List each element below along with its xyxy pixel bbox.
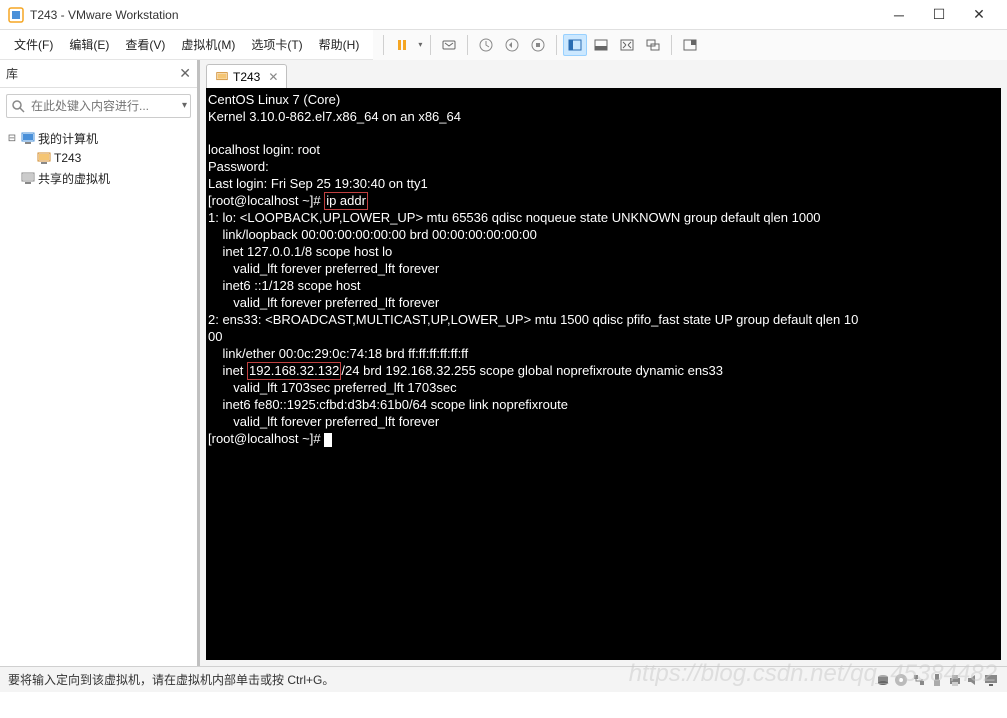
status-text: 要将输入定向到该虚拟机，请在虚拟机内部单击或按 Ctrl+G。 [8,671,334,688]
content-area: T243 ✕ CentOS Linux 7 (Core) Kernel 3.10… [200,60,1007,666]
computer-icon [20,130,36,146]
tree-shared-vms[interactable]: 共享的虚拟机 [2,168,195,188]
search-dropdown-icon[interactable]: ▾ [182,100,187,111]
library-tree: ⊟ 我的计算机 T243 共享的虚拟机 [0,124,197,666]
search-input[interactable] [6,94,191,118]
cd-icon[interactable] [893,672,909,688]
maximize-button[interactable]: ☐ [919,1,959,29]
menu-tabs[interactable]: 选项卡(T) [243,33,310,56]
vm-icon [215,70,229,84]
shared-icon [20,170,36,186]
printer-icon[interactable] [947,672,963,688]
tab-t243[interactable]: T243 ✕ [206,64,287,88]
stretch-button[interactable] [589,34,613,56]
tree-label: T243 [54,151,81,165]
tab-bar: T243 ✕ [200,60,1007,88]
thumbnail-button[interactable] [678,34,702,56]
toolbar: ▾ [373,30,1007,60]
send-button[interactable] [437,34,461,56]
search-icon [10,98,26,114]
cursor [324,433,332,447]
sidebar: 库 ✕ ▾ ⊟ 我的计算机 T243 共享的虚拟机 [0,60,200,666]
display-icon[interactable] [983,672,999,688]
fullscreen-button[interactable] [615,34,639,56]
app-icon [8,7,24,23]
sidebar-header: 库 ✕ [0,60,197,88]
revert-button[interactable] [500,34,524,56]
tree-label: 共享的虚拟机 [38,170,110,187]
sidebar-title: 库 [6,65,18,82]
status-device-icons [875,672,999,688]
usb-icon[interactable] [929,672,945,688]
manage-snapshot-button[interactable] [526,34,550,56]
tab-label: T243 [233,70,260,84]
titlebar: T243 - VMware Workstation ─ ☐ ✕ [0,0,1007,30]
snapshot-button[interactable] [474,34,498,56]
tab-close-icon[interactable]: ✕ [268,70,278,84]
network-icon[interactable] [911,672,927,688]
highlight-ip: 192.168.32.132 [247,362,341,380]
statusbar: 要将输入定向到该虚拟机，请在虚拟机内部单击或按 Ctrl+G。 [0,666,1007,692]
pause-dropdown-icon[interactable]: ▾ [416,40,424,49]
highlight-command: ip addr [324,192,368,210]
sidebar-search: ▾ [6,94,191,118]
terminal[interactable]: CentOS Linux 7 (Core) Kernel 3.10.0-862.… [206,88,1001,660]
window-title: T243 - VMware Workstation [30,8,879,22]
menu-edit[interactable]: 编辑(E) [61,33,117,56]
tree-item-t243[interactable]: T243 [2,148,195,168]
vm-icon [36,150,52,166]
tree-root-mycomputer[interactable]: ⊟ 我的计算机 [2,128,195,148]
menubar: 文件(F) 编辑(E) 查看(V) 虚拟机(M) 选项卡(T) 帮助(H) [0,32,373,58]
tree-label: 我的计算机 [38,130,98,147]
console-view-button[interactable] [563,34,587,56]
menu-vm[interactable]: 虚拟机(M) [173,33,243,56]
unity-button[interactable] [641,34,665,56]
menu-file[interactable]: 文件(F) [6,33,61,56]
menu-help[interactable]: 帮助(H) [311,33,368,56]
sidebar-close-button[interactable]: ✕ [179,65,191,82]
menu-view[interactable]: 查看(V) [117,33,173,56]
sound-icon[interactable] [965,672,981,688]
twisty-icon: ⊟ [6,133,18,144]
minimize-button[interactable]: ─ [879,1,919,29]
close-button[interactable]: ✕ [959,1,999,29]
disk-icon[interactable] [875,672,891,688]
pause-button[interactable] [390,34,414,56]
